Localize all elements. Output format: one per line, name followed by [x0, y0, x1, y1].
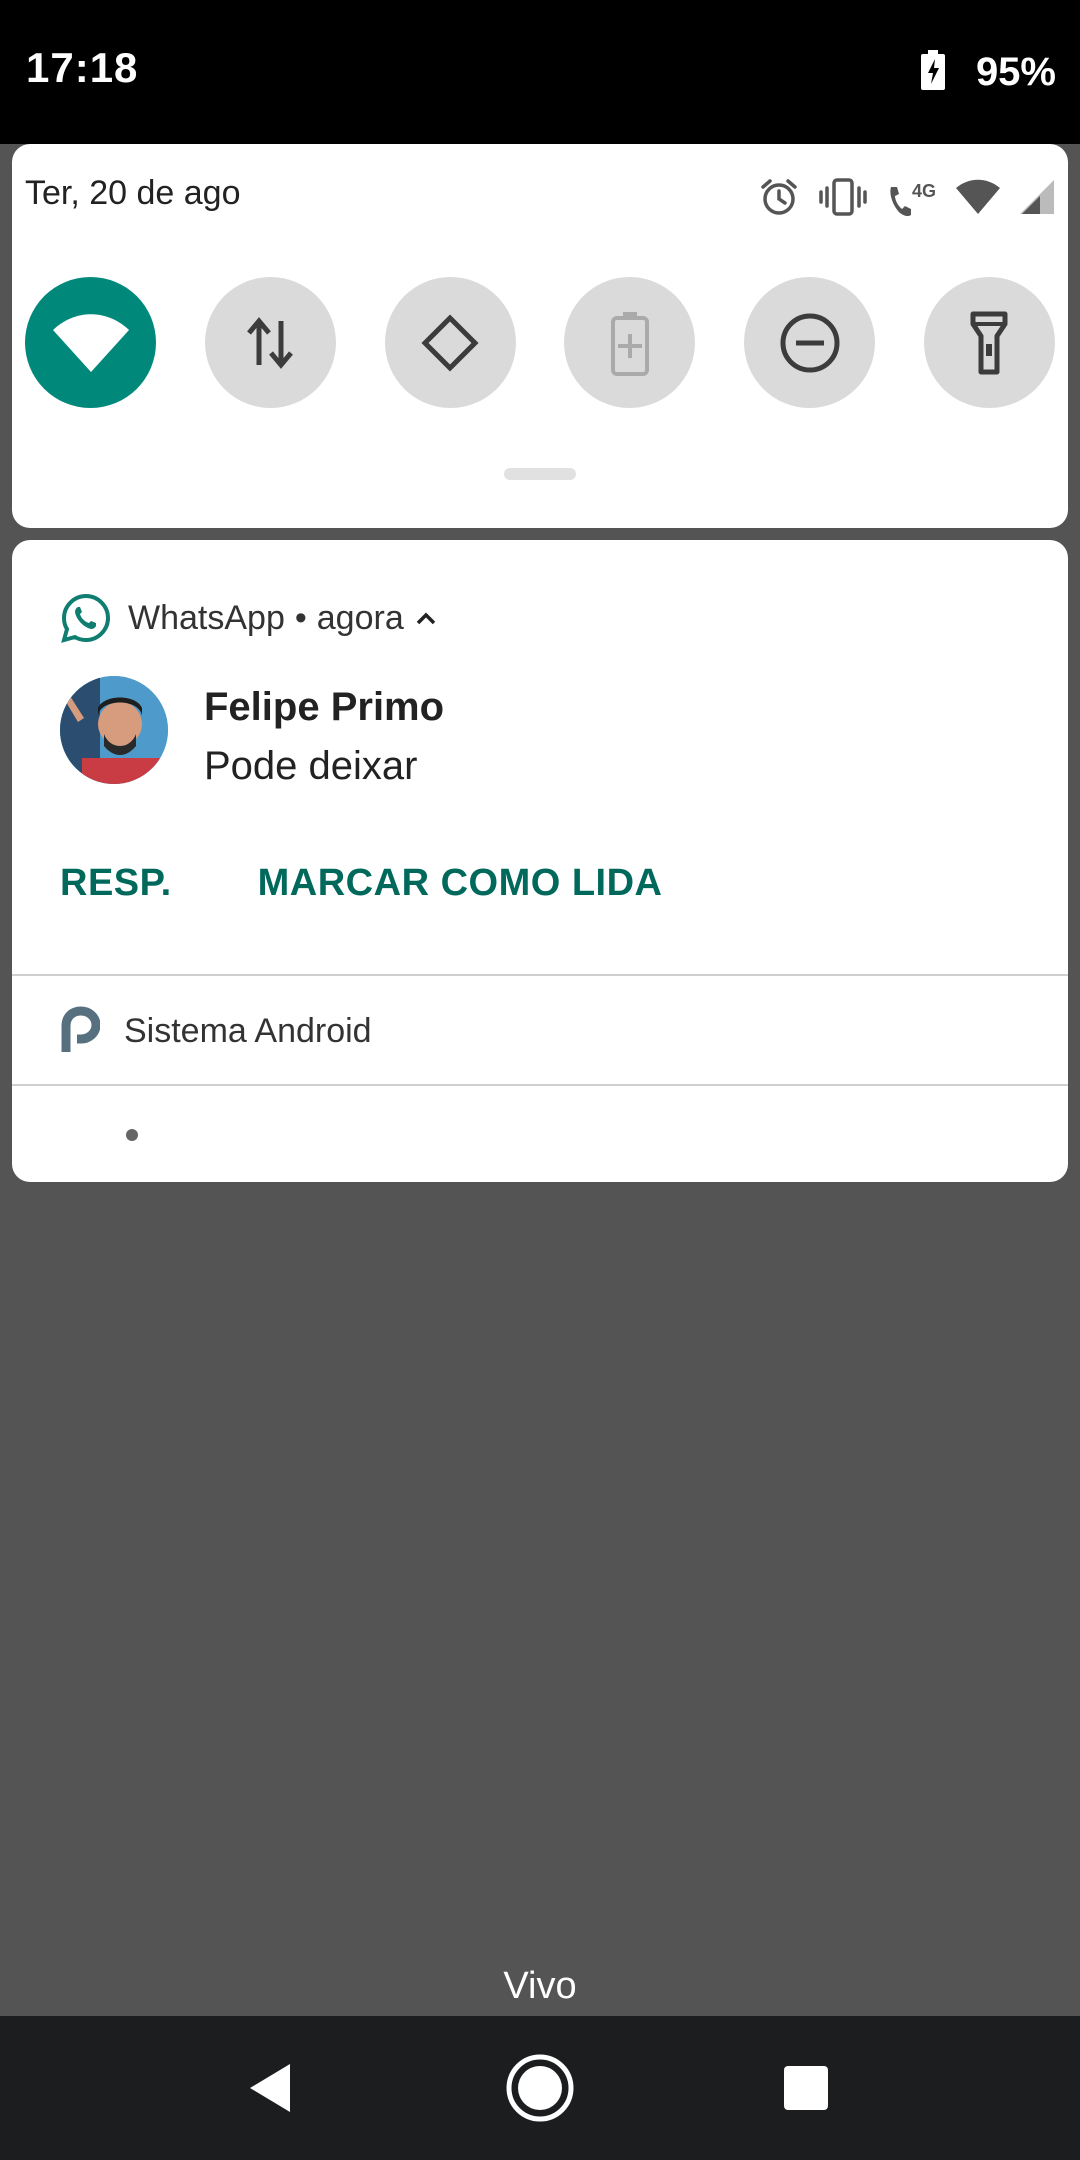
rotate-icon	[421, 313, 479, 372]
battery-saver-icon	[610, 311, 649, 376]
carrier-label: Vivo	[503, 1965, 577, 2007]
overflow-dot-icon[interactable]	[126, 1129, 138, 1141]
recents-icon	[784, 2066, 828, 2110]
alarm-icon	[758, 176, 800, 223]
mobile-data-icon	[247, 316, 294, 369]
do-not-disturb-icon	[780, 313, 840, 372]
recents-button[interactable]	[770, 2052, 842, 2124]
home-button[interactable]	[504, 2052, 576, 2124]
message-text: Pode deixar	[204, 744, 418, 788]
chevron-up-icon[interactable]	[414, 610, 438, 626]
navigation-bar	[0, 2016, 1080, 2160]
back-icon	[250, 2064, 290, 2112]
notification-time: agora	[316, 598, 404, 637]
quick-settings-tiles	[25, 277, 1055, 408]
mark-as-read-button[interactable]: MARCAR COMO LIDA	[258, 862, 663, 905]
system-app-name: Sistema Android	[124, 1011, 372, 1050]
qs-status-icons: 4G	[758, 176, 1056, 223]
wifi-icon	[954, 178, 1002, 221]
status-right: 95%	[920, 44, 1056, 100]
qs-drag-handle[interactable]	[504, 468, 576, 480]
tile-auto-rotate[interactable]	[384, 277, 516, 408]
status-time: 17:18	[26, 44, 139, 91]
whatsapp-icon	[61, 593, 111, 643]
sender-name: Felipe Primo	[204, 685, 445, 729]
network-type-label: 4G	[911, 180, 936, 201]
tile-flashlight[interactable]	[923, 277, 1055, 408]
avatar	[60, 676, 168, 784]
whatsapp-notification-header[interactable]: WhatsApp • agora	[60, 592, 438, 644]
android-p-icon	[61, 1006, 100, 1052]
signal-icon	[1020, 178, 1056, 221]
status-bar: 17:18 95%	[0, 0, 1080, 144]
vibrate-icon	[818, 176, 868, 223]
system-notification[interactable]: Sistema Android	[60, 1006, 372, 1056]
volte-4g-icon: 4G	[886, 181, 936, 219]
notification-panel: WhatsApp • agora Felipe Primo Pode deixa…	[12, 540, 1068, 1182]
reply-button[interactable]: RESP.	[60, 862, 172, 905]
battery-percent: 95%	[975, 49, 1056, 94]
qs-date[interactable]: Ter, 20 de ago	[25, 174, 241, 213]
home-icon	[506, 2054, 574, 2122]
tile-mobile-data[interactable]	[204, 277, 336, 408]
back-button[interactable]	[234, 2052, 306, 2124]
flashlight-icon	[970, 311, 1008, 374]
notification-actions: RESP. MARCAR COMO LIDA	[60, 862, 663, 905]
battery-charging-icon	[920, 49, 946, 95]
divider	[12, 974, 1068, 976]
divider	[12, 1084, 1068, 1086]
quick-settings-panel: Ter, 20 de ago 4G	[12, 144, 1068, 528]
header-separator: •	[294, 598, 307, 637]
tile-do-not-disturb[interactable]	[744, 277, 876, 408]
whatsapp-app-name: WhatsApp	[128, 598, 285, 637]
tile-battery-saver[interactable]	[564, 277, 696, 408]
wifi-tile-icon	[52, 313, 129, 372]
tile-wifi[interactable]	[25, 277, 156, 408]
